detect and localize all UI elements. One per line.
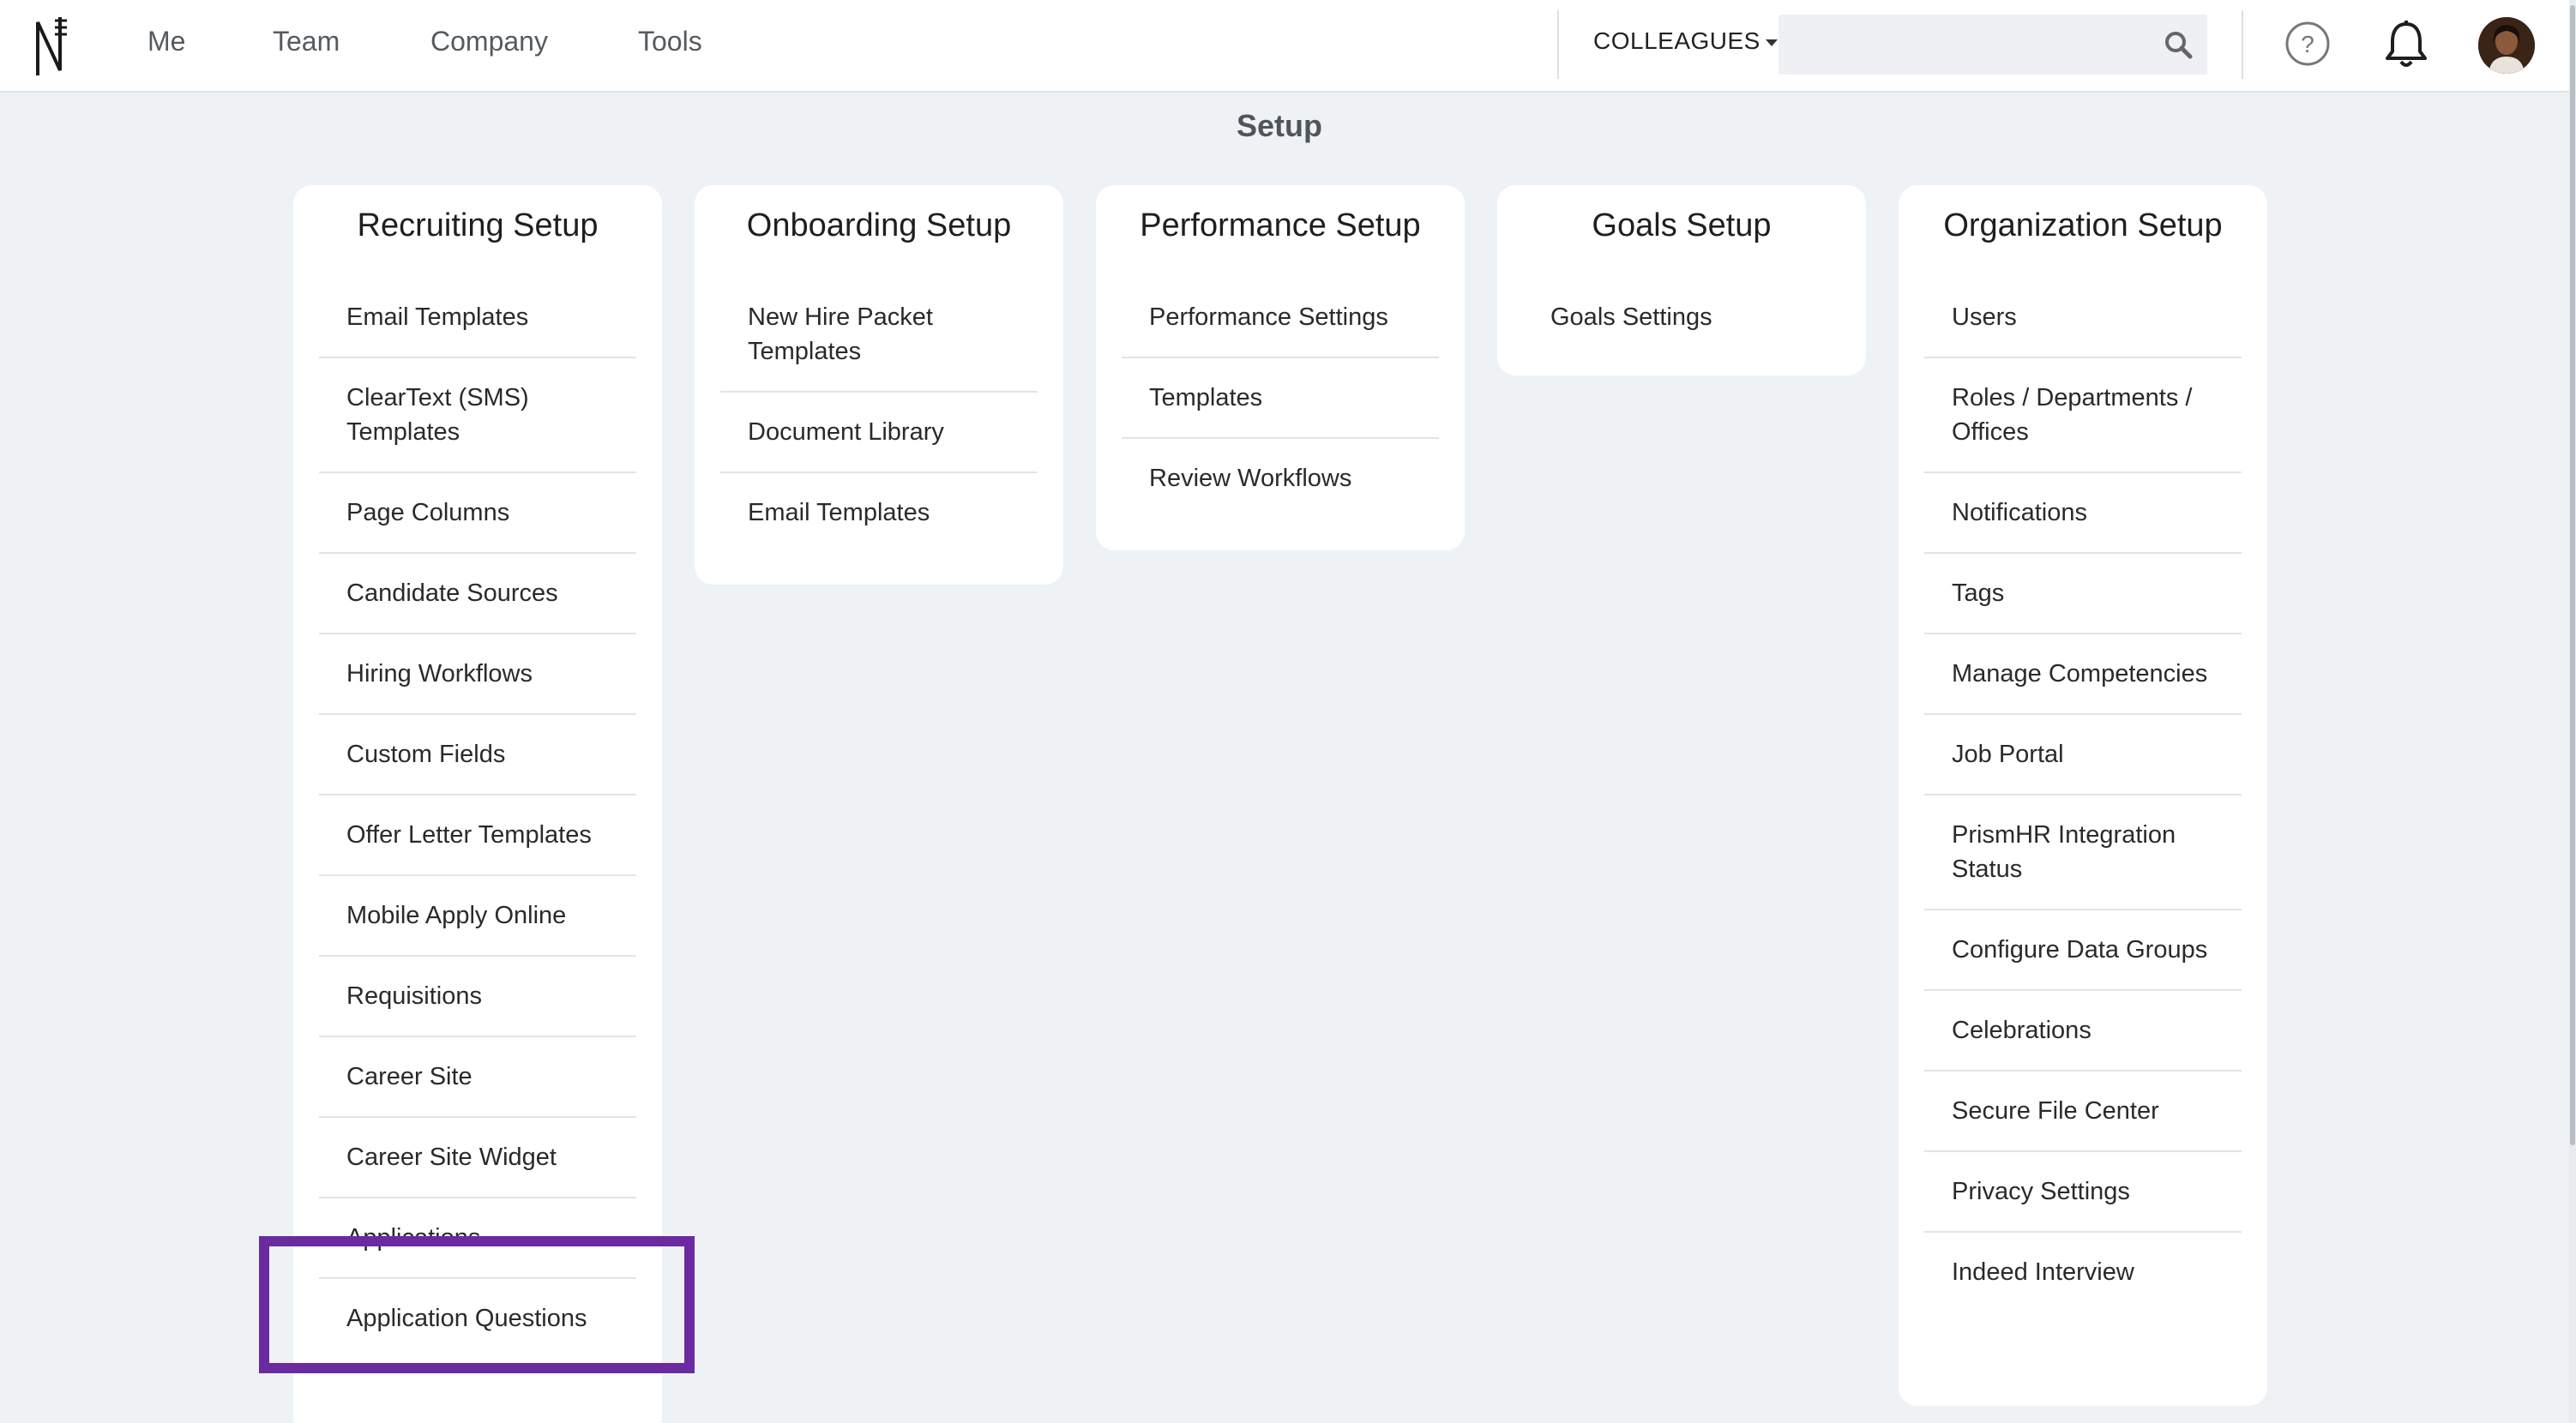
colleagues-dropdown[interactable]: COLLEAGUES <box>1593 27 1778 55</box>
setup-link-hiring-workflows[interactable]: Hiring Workflows <box>319 634 636 715</box>
setup-link-custom-fields[interactable]: Custom Fields <box>319 715 636 796</box>
nav-link-company[interactable]: Company <box>430 26 548 57</box>
setup-link-email-templates[interactable]: Email Templates <box>319 278 636 358</box>
setup-link-page-columns[interactable]: Page Columns <box>319 473 636 554</box>
caret-down-icon <box>1765 39 1778 46</box>
setup-link-users[interactable]: Users <box>1924 278 2242 358</box>
setup-link-offer-letter-templates[interactable]: Offer Letter Templates <box>319 796 636 876</box>
search-box <box>1779 15 2207 75</box>
setup-link-celebrations[interactable]: Celebrations <box>1924 991 2242 1072</box>
page-title: Setup <box>1236 108 1322 143</box>
bell-icon[interactable] <box>2382 19 2430 70</box>
setup-link-cleartext-templates[interactable]: ClearText (SMS) Templates <box>319 358 636 473</box>
setup-link-performance-settings[interactable]: Performance Settings <box>1122 278 1439 358</box>
setup-link-prismhr-integration-status[interactable]: PrismHR Integration Status <box>1924 796 2242 910</box>
setup-link-onboarding-email-templates[interactable]: Email Templates <box>720 473 1038 552</box>
card-goals-setup: Goals Setup Goals Settings <box>1497 185 1866 375</box>
setup-link-requisitions[interactable]: Requisitions <box>319 957 636 1037</box>
search-input[interactable] <box>1779 15 2156 75</box>
search-icon[interactable] <box>2163 29 2194 60</box>
logo-icon[interactable] <box>29 14 72 79</box>
top-navigation-bar: Me Team Company Tools COLLEAGUES ? <box>0 0 2569 93</box>
card-title: Recruiting Setup <box>357 207 599 243</box>
setup-link-goals-settings[interactable]: Goals Settings <box>1523 278 1840 357</box>
nav-link-team[interactable]: Team <box>273 26 340 57</box>
scrollbar-thumb[interactable] <box>2570 5 2575 1145</box>
nav-link-me[interactable]: Me <box>147 26 185 57</box>
avatar-icon <box>2478 17 2535 74</box>
card-recruiting-setup: Recruiting Setup Email Templates ClearTe… <box>293 185 662 1423</box>
card-performance-setup: Performance Setup Performance Settings T… <box>1096 185 1465 550</box>
setup-link-tags[interactable]: Tags <box>1924 554 2242 634</box>
card-onboarding-setup: Onboarding Setup New Hire Packet Templat… <box>695 185 1063 585</box>
setup-link-applications[interactable]: Applications <box>319 1198 636 1279</box>
help-icon[interactable]: ? <box>2284 21 2331 67</box>
setup-link-job-portal[interactable]: Job Portal <box>1924 715 2242 796</box>
setup-link-application-questions[interactable]: Application Questions <box>319 1279 636 1358</box>
setup-link-candidate-sources[interactable]: Candidate Sources <box>319 554 636 634</box>
nav-divider <box>1557 10 1559 79</box>
svg-text:?: ? <box>2301 31 2314 57</box>
nav-divider <box>2242 10 2243 79</box>
setup-link-roles-departments-offices[interactable]: Roles / Departments / Offices <box>1924 358 2242 473</box>
card-title: Performance Setup <box>1140 207 1421 243</box>
setup-link-document-library[interactable]: Document Library <box>720 393 1038 473</box>
setup-link-templates[interactable]: Templates <box>1122 358 1439 439</box>
setup-link-review-workflows[interactable]: Review Workflows <box>1122 439 1439 518</box>
colleagues-label: COLLEAGUES <box>1593 27 1760 54</box>
setup-link-configure-data-groups[interactable]: Configure Data Groups <box>1924 910 2242 991</box>
nav-link-tools[interactable]: Tools <box>638 26 702 57</box>
card-title: Organization Setup <box>1943 207 2223 243</box>
setup-link-new-hire-packet-templates[interactable]: New Hire Packet Templates <box>720 278 1038 393</box>
setup-link-privacy-settings[interactable]: Privacy Settings <box>1924 1152 2242 1233</box>
setup-link-indeed-interview[interactable]: Indeed Interview <box>1924 1233 2242 1312</box>
setup-link-career-site-widget[interactable]: Career Site Widget <box>319 1118 636 1198</box>
setup-link-career-site[interactable]: Career Site <box>319 1037 636 1118</box>
card-title: Goals Setup <box>1592 207 1772 243</box>
card-organization-setup: Organization Setup Users Roles / Departm… <box>1899 185 2267 1406</box>
avatar[interactable] <box>2478 17 2535 74</box>
setup-link-secure-file-center[interactable]: Secure File Center <box>1924 1072 2242 1152</box>
setup-link-manage-competencies[interactable]: Manage Competencies <box>1924 634 2242 715</box>
setup-link-notifications[interactable]: Notifications <box>1924 473 2242 554</box>
setup-link-mobile-apply-online[interactable]: Mobile Apply Online <box>319 876 636 957</box>
card-title: Onboarding Setup <box>746 207 1012 243</box>
